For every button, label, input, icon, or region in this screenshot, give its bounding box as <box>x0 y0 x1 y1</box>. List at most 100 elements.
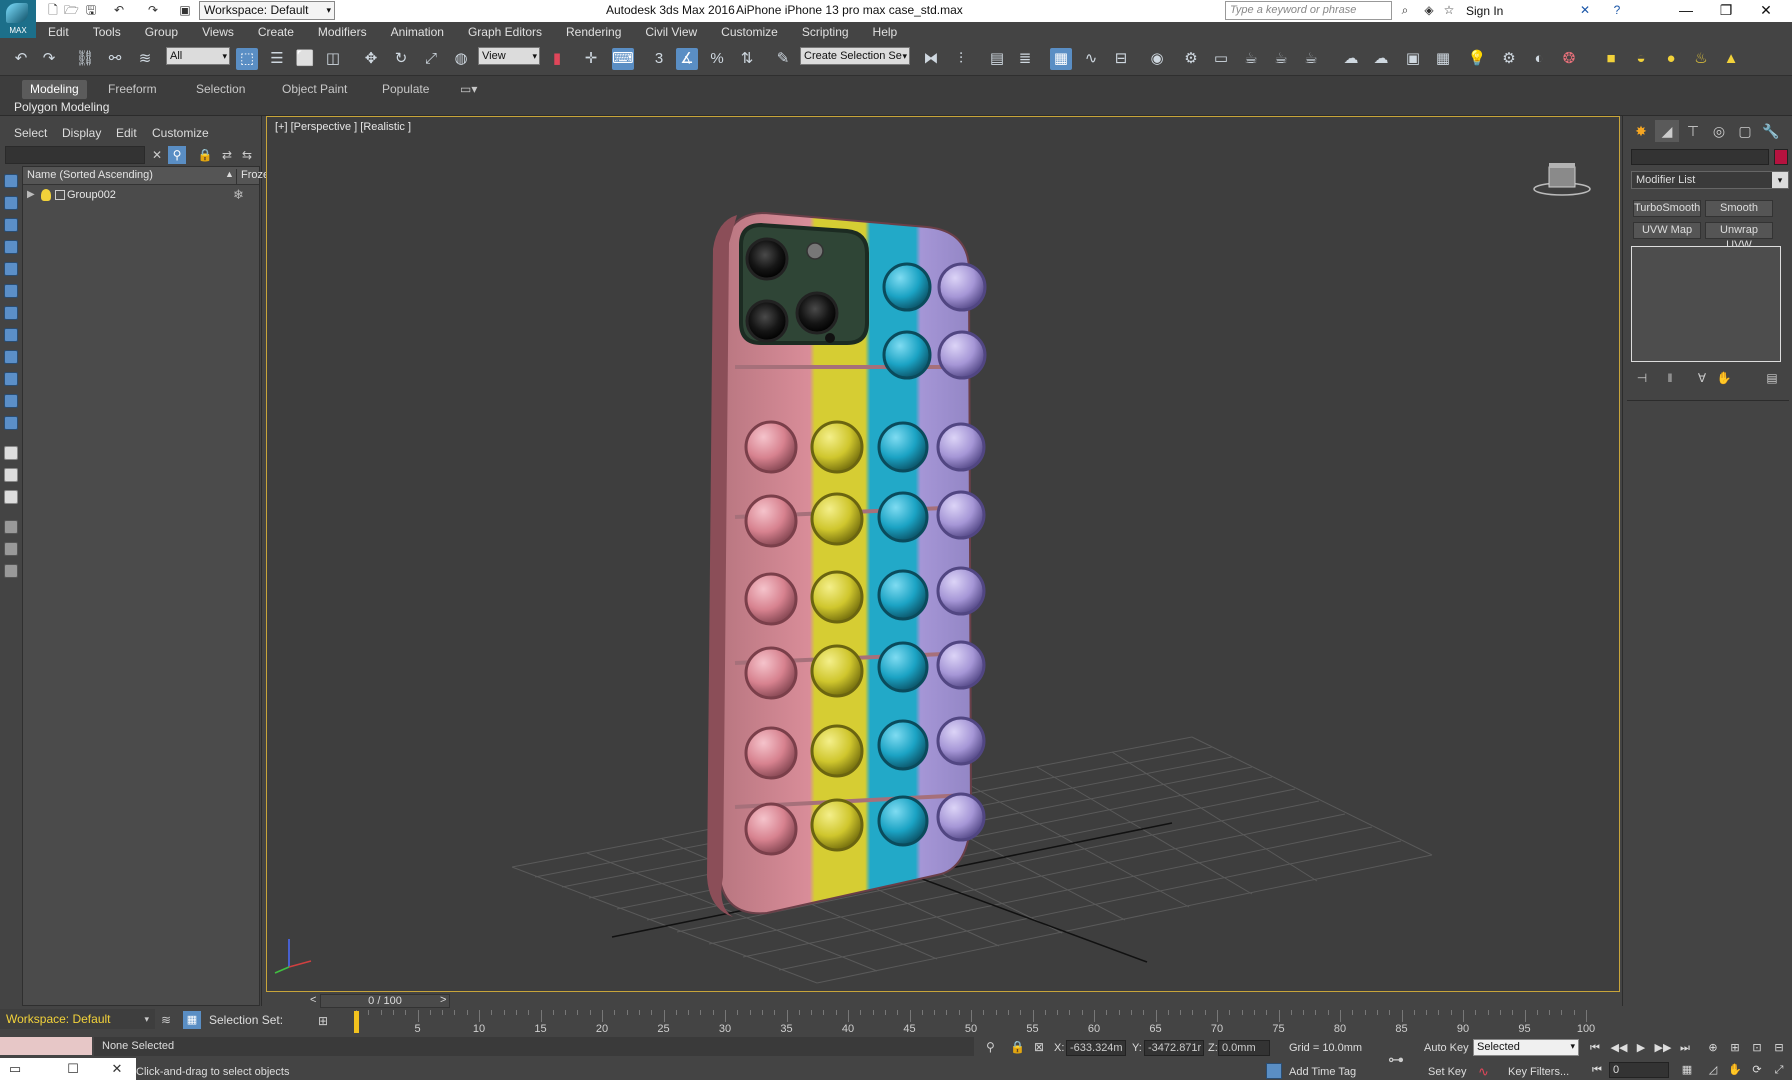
maxscript-window-icon[interactable]: ▭ <box>6 1061 24 1077</box>
scale-icon[interactable]: ⤢ <box>420 48 442 70</box>
display-lights-icon[interactable] <box>4 240 18 254</box>
maxscript-listener[interactable] <box>0 1037 92 1055</box>
menu-group[interactable]: Group <box>133 22 190 42</box>
edit-named-selections-icon[interactable]: ✎ <box>772 48 794 70</box>
uvw-map-button[interactable]: UVW Map <box>1633 222 1701 239</box>
menu-help[interactable]: Help <box>861 22 910 42</box>
camera-sequencer-icon[interactable]: ❂ <box>1558 48 1580 70</box>
selection-set-icon[interactable]: ▦ <box>183 1011 201 1029</box>
selection-lock-icon[interactable]: 🔒 <box>1010 1040 1025 1054</box>
find-icon[interactable] <box>4 542 18 556</box>
explorer-menu-customize[interactable]: Customize <box>152 126 209 140</box>
sync-selection-icon[interactable]: ⇄ <box>218 146 236 164</box>
zoom-extents-all-icon[interactable]: ⊟ <box>1770 1040 1788 1056</box>
light-bulb-icon[interactable] <box>41 189 51 201</box>
timeline-ruler[interactable]: 5 10 15 20 25 30 35 40 45 50 55 60 65 70 75 80 85 90 95 100 <box>356 1010 1595 1035</box>
angle-snap-icon[interactable]: ∡ <box>676 48 698 70</box>
object-color-swatch[interactable] <box>1774 149 1788 165</box>
snap-toggle-icon[interactable]: 3 <box>648 48 670 70</box>
smooth-button[interactable]: Smooth <box>1705 200 1773 217</box>
go-to-end-icon[interactable]: ⏭ <box>1676 1040 1694 1056</box>
menu-views[interactable]: Views <box>190 22 246 42</box>
schematic-view-icon[interactable]: ⊟ <box>1110 48 1132 70</box>
named-selection-set-dropdown[interactable]: Create Selection Se ▾ <box>800 47 910 65</box>
explorer-menu-edit[interactable]: Edit <box>116 126 137 140</box>
menu-tools[interactable]: Tools <box>81 22 133 42</box>
set-keys-icon[interactable]: ⊶ <box>1388 1050 1404 1070</box>
hemisphere-primitive-icon[interactable]: ◒ <box>1630 48 1652 70</box>
render-activeshade-icon[interactable]: ☕ <box>1300 48 1322 70</box>
show-end-result-icon[interactable]: ‖ <box>1661 370 1679 386</box>
toggle-scene-explorer-icon[interactable]: ▦ <box>1050 48 1072 70</box>
snowflake-icon[interactable]: ❄ <box>233 187 244 203</box>
display-none-icon[interactable] <box>4 174 18 188</box>
ribbon-options-icon[interactable]: ▭▾ <box>452 80 485 99</box>
utilities-panel-icon[interactable]: 🔧 <box>1759 120 1783 142</box>
display-xrefs-icon[interactable] <box>4 350 18 364</box>
open-file-icon[interactable]: 🗁 <box>64 3 79 17</box>
close-icon[interactable]: ✕ <box>1746 0 1786 22</box>
turbosmooth-button[interactable]: TurboSmooth <box>1633 200 1701 217</box>
rotate-icon[interactable]: ↻ <box>390 48 412 70</box>
ribbon-panel-polygon-modeling[interactable]: Polygon Modeling <box>14 100 109 114</box>
sphere-primitive-icon[interactable]: ● <box>1660 48 1682 70</box>
time-slider-prev[interactable]: < <box>310 994 316 1006</box>
menu-create[interactable]: Create <box>246 22 306 42</box>
tab-object-paint[interactable]: Object Paint <box>274 80 355 99</box>
key-filters-button[interactable]: Key Filters... <box>1508 1066 1569 1078</box>
keyboard-shortcut-override-icon[interactable]: ⌨ <box>612 48 634 70</box>
bind-space-warp-icon[interactable]: ≋ <box>134 48 156 70</box>
gear-icon[interactable]: ⚙ <box>1498 48 1520 70</box>
time-slider-next[interactable]: > <box>440 994 446 1006</box>
teapot-primitive-icon[interactable]: ♨ <box>1690 48 1712 70</box>
render-cloud-icon[interactable]: ☁ <box>1340 48 1362 70</box>
pivot-center-icon[interactable]: ▮ <box>546 48 568 70</box>
select-by-name-icon[interactable]: ☰ <box>266 48 288 70</box>
material-editor-icon[interactable]: ◉ <box>1146 48 1168 70</box>
light-lister-icon[interactable]: 💡 <box>1466 48 1488 70</box>
explorer-search-input[interactable] <box>5 146 145 164</box>
menu-customize[interactable]: Customize <box>709 22 790 42</box>
binoculars-icon[interactable]: ⌕ <box>1398 3 1412 17</box>
explorer-menu-select[interactable]: Select <box>14 126 47 140</box>
rendered-frame-window-icon[interactable]: ▭ <box>1210 48 1232 70</box>
rectangular-selection-icon[interactable]: ⬜ <box>294 48 316 70</box>
display-containers-icon[interactable] <box>4 394 18 408</box>
isolate-selection-icon[interactable]: ⚲ <box>986 1040 995 1054</box>
display-shapes-icon[interactable] <box>4 218 18 232</box>
filter-icon[interactable]: ⚲ <box>168 146 186 164</box>
modify-panel-icon[interactable]: ◢ <box>1655 120 1679 142</box>
communication-center-icon[interactable]: ◈ <box>1422 3 1436 17</box>
display-frozen-icon[interactable] <box>4 416 18 430</box>
column-name[interactable]: Name (Sorted Ascending) <box>27 169 153 181</box>
go-to-start-icon[interactable]: ⏮ <box>1586 1040 1604 1056</box>
menu-edit[interactable]: Edit <box>36 22 81 42</box>
reference-coordinate-dropdown[interactable]: View ▾ <box>478 47 540 65</box>
percent-snap-icon[interactable]: % <box>706 48 728 70</box>
spinner-snap-icon[interactable]: ⇅ <box>736 48 758 70</box>
motion-panel-icon[interactable]: ◎ <box>1707 120 1731 142</box>
create-panel-icon[interactable]: ✸ <box>1629 120 1653 142</box>
time-playhead[interactable] <box>354 1011 359 1033</box>
tab-populate[interactable]: Populate <box>374 80 437 99</box>
menu-rendering[interactable]: Rendering <box>554 22 633 42</box>
pin-stack-icon[interactable]: ⊣ <box>1633 370 1651 386</box>
menu-modifiers[interactable]: Modifiers <box>306 22 379 42</box>
unwrap-uvw-button[interactable]: Unwrap UVW <box>1705 222 1773 251</box>
minimize-icon[interactable]: — <box>1666 0 1706 22</box>
render-to-texture-icon[interactable]: ▦ <box>1432 48 1454 70</box>
render-production-icon[interactable]: ☕ <box>1240 48 1262 70</box>
display-cameras-icon[interactable] <box>4 262 18 276</box>
project-folder-icon[interactable]: ▣ <box>178 3 192 17</box>
window-crossing-icon[interactable]: ◫ <box>322 48 344 70</box>
modifier-list-dropdown[interactable]: Modifier List ▾ <box>1631 171 1789 189</box>
tab-selection[interactable]: Selection <box>188 80 253 99</box>
link-icon[interactable]: ⛓ <box>74 48 96 70</box>
mirror-icon[interactable]: ⧓ <box>920 48 942 70</box>
menu-animation[interactable]: Animation <box>379 22 456 42</box>
default-in-out-tangent-icon[interactable]: ∿ <box>1478 1064 1489 1080</box>
undo-icon[interactable]: ↶ <box>10 48 32 70</box>
orbit-icon[interactable]: ⟳ <box>1748 1062 1766 1078</box>
configure-columns-icon[interactable] <box>4 564 18 578</box>
make-unique-icon[interactable]: ∀ <box>1693 370 1711 386</box>
